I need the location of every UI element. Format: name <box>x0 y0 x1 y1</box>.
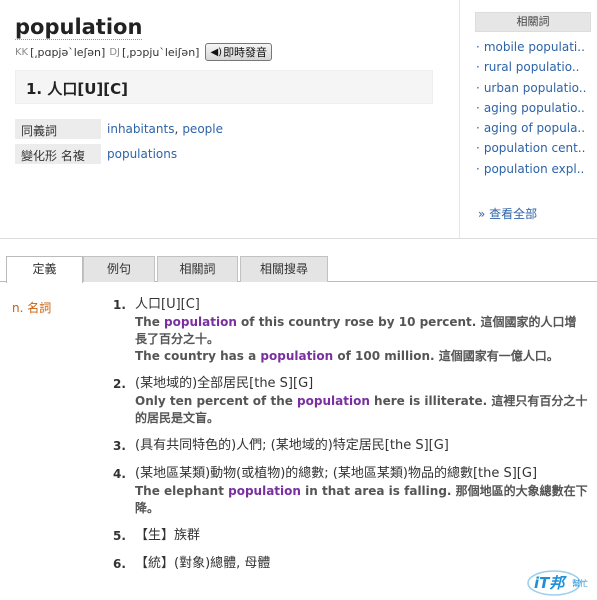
bullet-icon: · <box>476 80 480 95</box>
sense-item: 4. (某地區某類)動物(或植物)的總數; (某地區某類)物品的總數[the S]… <box>110 465 588 517</box>
related-word-label: aging populatio.. <box>483 100 585 115</box>
example-sentence: The country has a population of 100 mill… <box>135 348 588 365</box>
related-word-label: population cent.. <box>483 141 586 156</box>
part-of-speech: n. 名詞 <box>12 301 52 315</box>
senses-list: 1. 人口[U][C] The population of this country… <box>110 296 588 583</box>
related-words-sidebar: 相關詞 · mobile populati.. · rural populatio.… <box>459 0 597 238</box>
speaker-icon: ◀) <box>210 46 223 58</box>
example-text: The country has a <box>135 349 261 363</box>
tab-bar: 定義 例句 相關詞 相關搜尋 <box>0 256 597 283</box>
headword: population <box>15 15 143 40</box>
sense-number: 1. <box>113 298 126 312</box>
sense-summary: 1. 人口[U][C] <box>15 70 433 104</box>
inflection-link[interactable]: populations <box>107 147 177 161</box>
tab-definitions[interactable]: 定義 <box>6 256 83 283</box>
bullet-icon: · <box>476 100 480 115</box>
entry-header: population KK [͵pɑpjə`leʃən] DJ [͵pɔpju`… <box>0 0 459 238</box>
synonym-link[interactable]: inhabitants <box>107 122 174 136</box>
sense-item: 5. 【生】族群 <box>110 527 588 545</box>
tab-related-words[interactable]: 相關詞 <box>157 256 238 282</box>
example-text: The <box>135 315 165 329</box>
example-sentence: The elephant population in that area is … <box>135 483 588 517</box>
inflections-row: 變化形 名複 populations <box>15 144 177 164</box>
related-words-list: · mobile populati.. · rural populatio.. · u… <box>476 40 586 182</box>
example-text: The elephant <box>135 484 229 498</box>
related-word-label: population expl.. <box>483 161 585 176</box>
synonyms-row: 同義詞 inhabitants , people <box>15 119 223 139</box>
speak-button[interactable]: ◀) 即時發音 <box>205 43 273 61</box>
bullet-icon: · <box>476 60 480 75</box>
related-words-title: 相關詞 <box>475 12 591 32</box>
see-all-label: 查看全部 <box>489 207 538 221</box>
synonym-link[interactable]: people <box>182 122 223 136</box>
example-keyword: population <box>260 349 334 363</box>
kk-label: KK <box>15 46 29 58</box>
sense-item: 6. 【統】(對象)總體, 母體 <box>110 555 588 573</box>
see-all-link[interactable]: » 查看全部 <box>478 205 537 222</box>
related-word-item[interactable]: · aging of popula.. <box>476 121 586 141</box>
sense-number: 4. <box>113 467 126 481</box>
related-word-label: rural populatio.. <box>483 60 580 75</box>
pronunciation-row: KK [͵pɑpjə`leʃən] DJ [͵pɔpju`leiʃən] ◀) … <box>15 43 273 61</box>
bullet-icon: · <box>476 161 480 176</box>
example-keyword: population <box>228 484 301 498</box>
sense-text: (某地區某類)動物(或植物)的總數; (某地區某類)物品的總數[the S][G… <box>135 466 538 481</box>
speak-button-label: 即時發音 <box>223 46 268 59</box>
logo-subtext: 幫忙 <box>572 578 588 588</box>
separator: , <box>174 122 179 136</box>
section-divider <box>0 238 597 239</box>
inflections-label: 變化形 名複 <box>15 144 101 164</box>
related-word-item[interactable]: · population expl.. <box>476 162 586 182</box>
double-chevron-icon: » <box>478 207 490 221</box>
related-word-item[interactable]: · population cent.. <box>476 141 586 161</box>
sense-text: 【統】(對象)總體, 母體 <box>135 556 271 571</box>
sense-text: (具有共同特色的)人們; (某地域的)特定居民[the S][G] <box>135 438 449 453</box>
sense-number: 6. <box>113 557 126 571</box>
sense-item: 3. (具有共同特色的)人們; (某地域的)特定居民[the S][G] <box>110 437 588 455</box>
related-word-item[interactable]: · rural populatio.. <box>476 60 586 80</box>
ithome-logo: iT邦 幫忙 <box>527 570 588 596</box>
synonyms-label: 同義詞 <box>15 119 101 139</box>
sense-number: 3. <box>113 439 126 453</box>
bullet-icon: · <box>476 121 480 136</box>
logo-text: iT邦 <box>534 574 567 592</box>
example-text: of 100 million. 這個國家有一億人口。 <box>333 349 559 363</box>
dj-ipa: [͵pɔpju`leiʃən] <box>121 45 200 59</box>
related-word-item[interactable]: · aging populatio.. <box>476 101 586 121</box>
sense-number: 2. <box>113 377 126 391</box>
related-word-label: aging of popula.. <box>483 121 586 136</box>
example-keyword: population <box>164 315 237 329</box>
sense-text: 人口[U][C] <box>135 297 200 312</box>
example-sentence: The population of this country rose by 1… <box>135 314 588 348</box>
bullet-icon: · <box>476 40 480 54</box>
kk-ipa: [͵pɑpjə`leʃən] <box>30 45 106 59</box>
tab-examples[interactable]: 例句 <box>83 256 155 282</box>
related-word-label: mobile populati.. <box>483 40 585 54</box>
example-sentence: Only ten percent of the population here … <box>135 393 588 427</box>
sense-item: 1. 人口[U][C] The population of this country… <box>110 296 588 365</box>
related-word-label: urban populatio.. <box>483 80 587 95</box>
sense-text: (某地域的)全部居民[the S][G] <box>135 376 314 391</box>
sense-item: 2. (某地域的)全部居民[the S][G] Only ten percent o… <box>110 375 588 427</box>
sense-number: 5. <box>113 529 126 543</box>
tab-related-searches[interactable]: 相關搜尋 <box>240 256 328 282</box>
dj-label: DJ <box>109 46 120 58</box>
related-word-item[interactable]: · mobile populati.. <box>476 40 586 60</box>
example-keyword: population <box>297 394 370 408</box>
sense-text: 【生】族群 <box>135 528 201 543</box>
bullet-icon: · <box>476 141 480 156</box>
related-word-item[interactable]: · urban populatio.. <box>476 81 586 101</box>
example-text: Only ten percent of the <box>135 394 298 408</box>
